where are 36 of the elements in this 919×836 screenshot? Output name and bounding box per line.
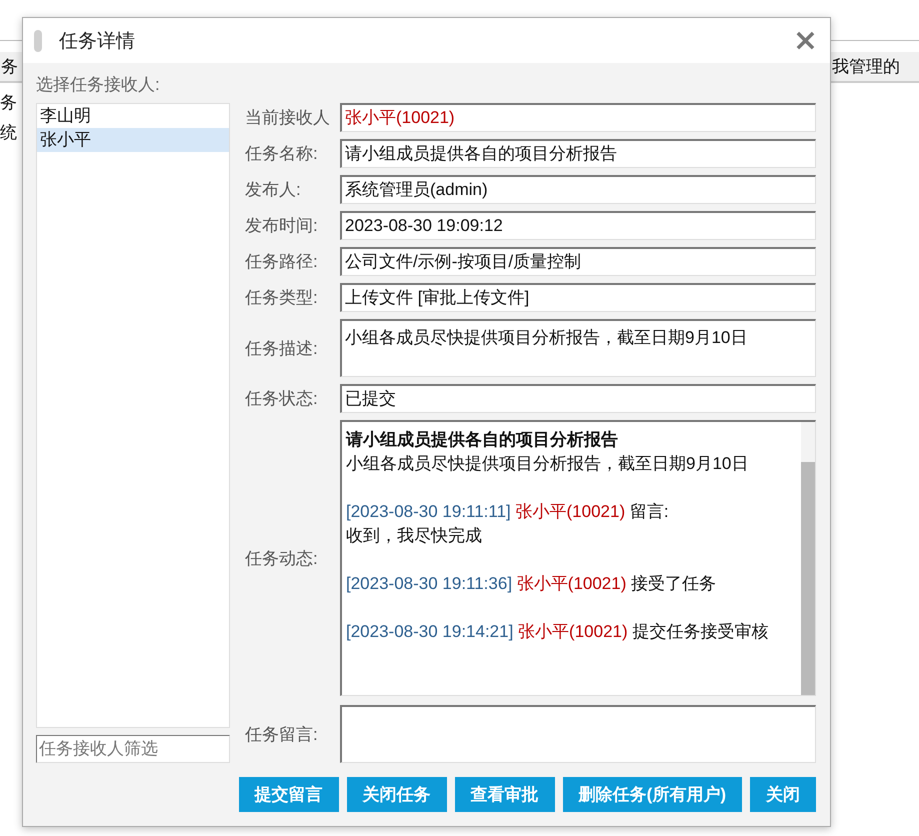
menu-item[interactable]: 务 [0,93,17,113]
activity-entry: [2023-08-30 19:14:21] 张小平(10021) 提交任务接受审核 [346,621,770,643]
field-label: 任务动态: [245,548,319,570]
scrollbar-thumb[interactable] [801,462,815,695]
activity-entry: [2023-08-30 19:11:36] 张小平(10021) 接受了任务 [346,573,718,595]
activity-entry: [2023-08-30 19:11:11] 张小平(10021) 留言: 收到，我尽快完成 [346,501,670,547]
text-field[interactable]: 请小组成员提供各自的项目分析报告 [340,139,816,168]
message-field[interactable] [340,705,816,763]
close-button[interactable]: × [790,28,820,54]
field-label: 当前接收人 [245,107,331,129]
field-label: 任务描述: [245,338,319,360]
recipient-label: 选择任务接收人: [36,75,161,96]
field-label: 任务状态: [245,388,319,410]
text-field[interactable]: 系统管理员(admin) [340,175,816,204]
tab[interactable]: 务 [0,52,19,81]
menu-item[interactable]: 统 [0,123,17,143]
grip-icon [34,30,42,52]
activity-title: 请小组成员提供各自的项目分析报告 [346,429,619,451]
field-label: 任务留言: [245,724,319,746]
text-field[interactable]: 2023-08-30 19:09:12 [340,211,816,240]
text-field[interactable]: 上传文件 [审批上传文件] [340,283,816,312]
field-label: 发布时间: [245,215,319,237]
field-label: 任务类型: [245,287,319,309]
field-label: 任务路径: [245,251,319,273]
text-field[interactable]: 张小平(10021) [340,103,816,132]
tab[interactable]: 我管理的 [831,52,919,81]
text-field[interactable]: 已提交 [340,384,816,413]
recipient-item[interactable]: 李山明 [37,104,229,128]
activity-description: 小组各成员尽快提供项目分析报告，截至日期9月10日 [346,453,750,475]
field-label: 发布人: [245,179,302,201]
field-label: 任务名称: [245,143,319,165]
description-field[interactable]: 小组各成员尽快提供项目分析报告，截至日期9月10日 [340,319,816,377]
text-field[interactable]: 公司文件/示例-按项目/质量控制 [340,247,816,276]
filter-field[interactable]: 任务接收人筛选 [36,735,230,763]
window-title: 任务详情 [59,30,135,54]
recipient-item[interactable]: 张小平 [37,128,229,152]
